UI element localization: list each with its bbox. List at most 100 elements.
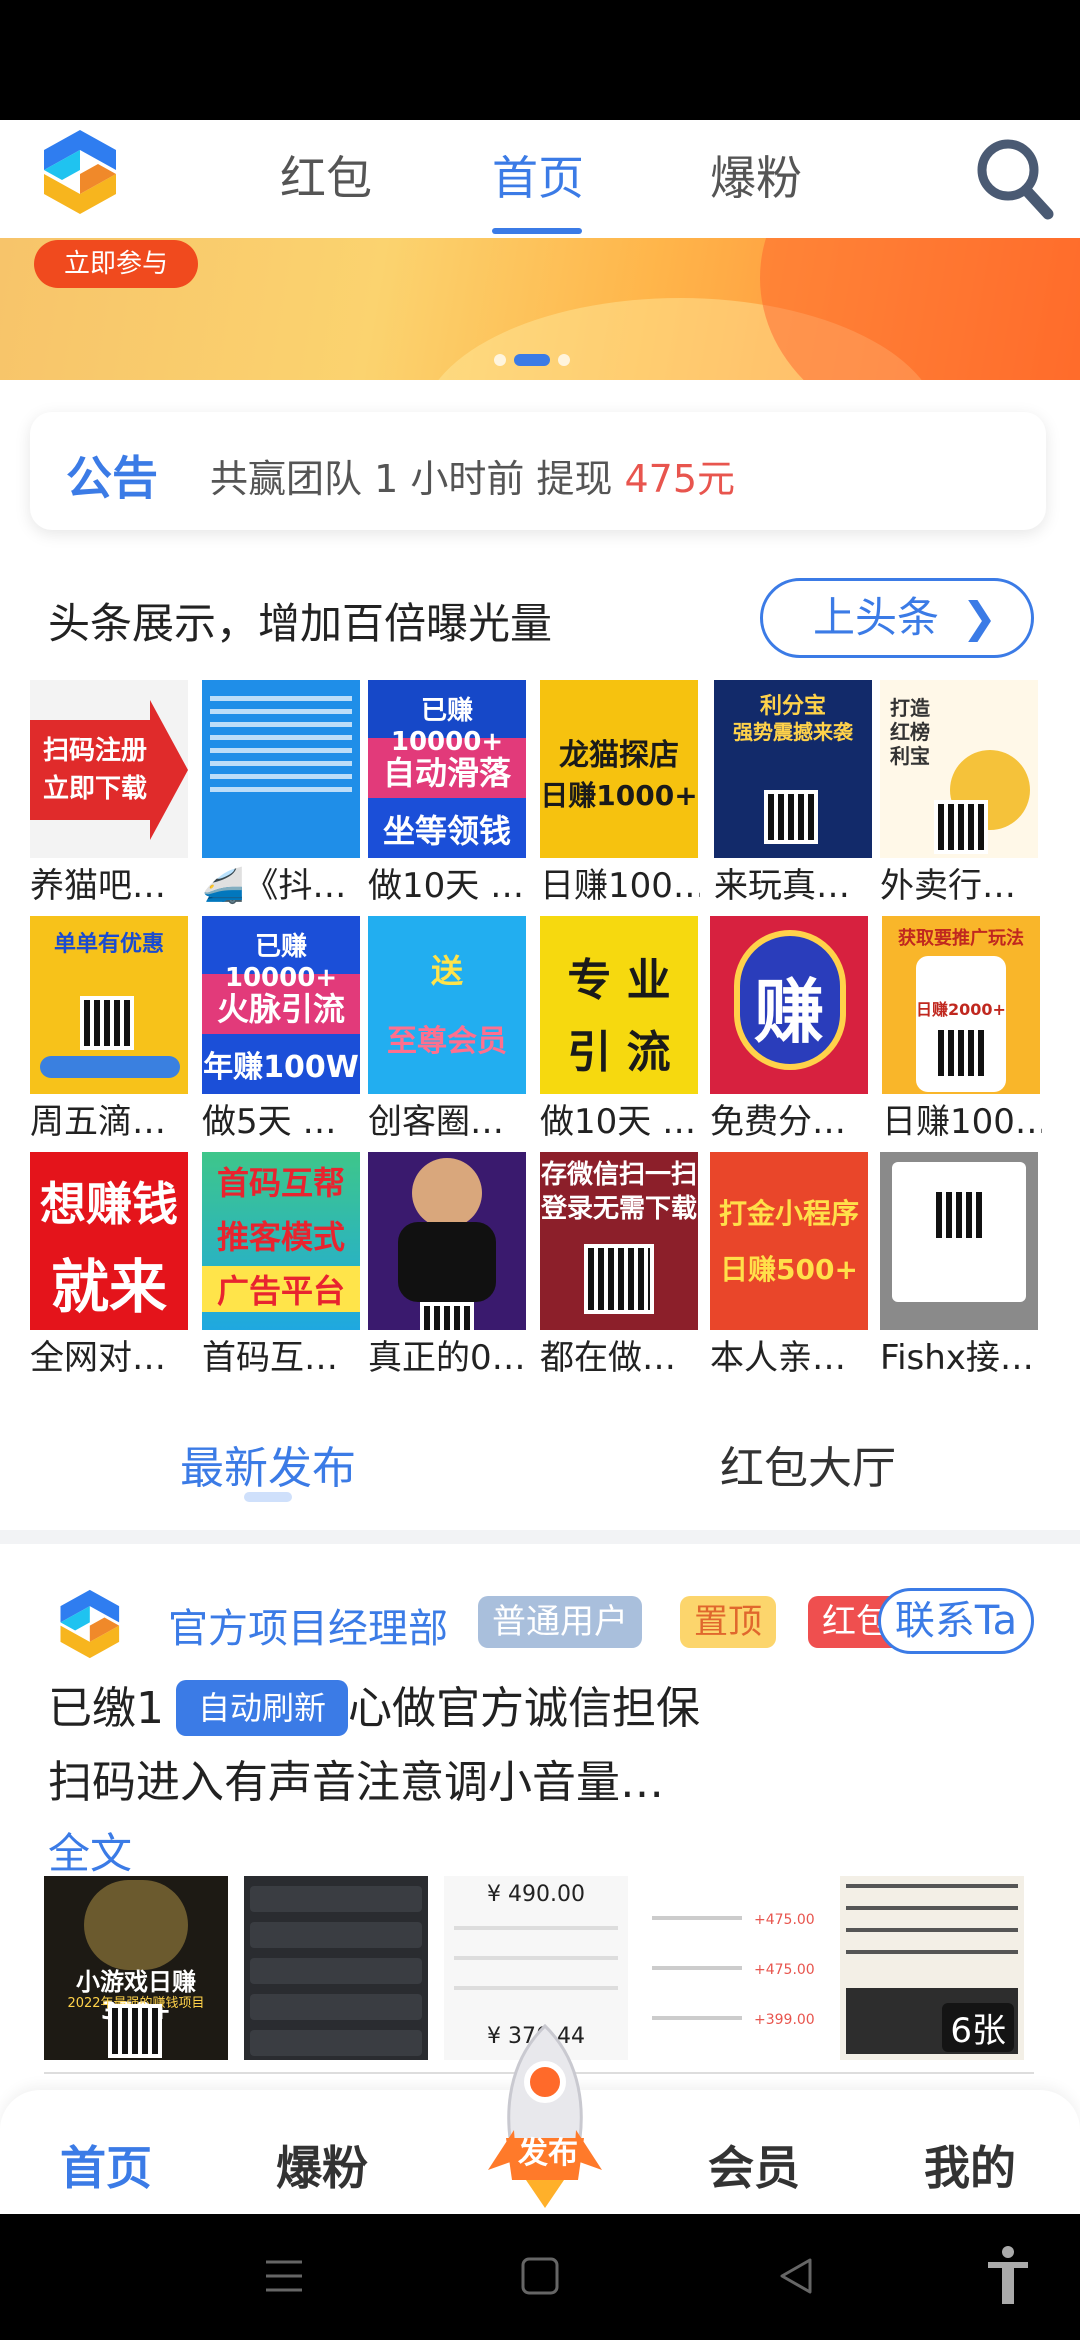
- post-image[interactable]: +475.00 +475.00 +399.00: [644, 1876, 828, 2060]
- contact-button[interactable]: 联系Ta: [878, 1588, 1034, 1654]
- tile-image-text: 年赚100W: [203, 1050, 359, 1085]
- system-nav-bar: [0, 2214, 1080, 2340]
- badge-pinned: 置顶: [680, 1596, 776, 1648]
- menu-icon[interactable]: [262, 2256, 306, 2296]
- tile-image-text: 日赚500+: [720, 1253, 858, 1286]
- full-text-link[interactable]: 全文: [48, 1820, 132, 1881]
- grid-tile[interactable]: 打金小程序 日赚500+ 本人亲…: [710, 1152, 868, 1382]
- tile-image: 专 业 引 流: [540, 916, 698, 1094]
- grid-tile[interactable]: 存微信扫一扫 登录无需下载 都在做…: [540, 1152, 698, 1382]
- qr-code: [108, 2004, 162, 2058]
- app-logo[interactable]: [36, 126, 122, 218]
- join-now-button[interactable]: 立即参与: [34, 240, 198, 288]
- search-icon[interactable]: [974, 134, 1054, 220]
- grid-tile[interactable]: 获取要推广玩法 日赚2000+ 日赚100…: [882, 916, 1042, 1146]
- tile-image: [880, 1152, 1038, 1330]
- tab-red-packet-hall[interactable]: 红包大厅: [720, 1432, 896, 1496]
- back-triangle-icon[interactable]: [776, 2256, 816, 2296]
- rocket-publish-icon[interactable]: [480, 2020, 610, 2210]
- qr-code: [764, 790, 818, 844]
- list-amount: +475.00: [754, 1912, 815, 1928]
- go-headline-button[interactable]: 上头条 ❯: [760, 578, 1034, 658]
- grid-tile[interactable]: 单单有优惠 周五滴…: [30, 916, 188, 1146]
- tile-image: 存微信扫一扫 登录无需下载: [540, 1152, 698, 1330]
- carousel-dot-active: [514, 354, 550, 366]
- post-image[interactable]: 6张: [840, 1876, 1024, 2060]
- tile-image: 想赚钱 就来: [30, 1152, 188, 1330]
- auto-refresh-button[interactable]: 自动刷新: [176, 1680, 348, 1736]
- tab-latest[interactable]: 最新发布: [180, 1432, 356, 1496]
- tab-baofen[interactable]: 爆粉: [710, 142, 802, 208]
- tile-image-text: 日赚2000+: [916, 1000, 1006, 1019]
- tile-image: 已赚10000+ 火脉引流 年赚100W: [202, 916, 360, 1094]
- publish-label[interactable]: 发布: [518, 2128, 578, 2172]
- tile-image-text: 单单有优惠: [53, 932, 164, 957]
- post-body-line1-start: 已缴1: [48, 1683, 164, 1734]
- grid-tile[interactable]: 赚 免费分…: [710, 916, 868, 1146]
- nav-baofen[interactable]: 爆粉: [276, 2132, 368, 2198]
- grid-tile[interactable]: 利分宝 强势震撼来袭 来玩真…: [714, 680, 872, 910]
- qr-code: [932, 1188, 986, 1242]
- tile-caption: 周五滴…: [30, 1102, 166, 1142]
- tile-image-text: 赚: [754, 971, 824, 1053]
- tile-image-text: 龙猫探店: [559, 738, 679, 773]
- nav-mine[interactable]: 我的: [924, 2132, 1016, 2198]
- tile-caption: 日赚100…: [540, 866, 700, 906]
- tile-image-text: 登录无需下载: [540, 1194, 697, 1224]
- announcement-card[interactable]: 公告 共赢团队 1 小时前 提现 475元: [30, 412, 1046, 530]
- carousel-indicator: [494, 354, 570, 366]
- grid-tile[interactable]: 想赚钱 就来 全网对…: [30, 1152, 188, 1382]
- grid-tile[interactable]: 龙猫探店 日赚1000+ 日赚100…: [540, 680, 700, 910]
- tile-image-text: 已赚10000+: [390, 696, 504, 757]
- image-count: 6张: [942, 2003, 1014, 2052]
- announcement-title: 公告: [66, 451, 158, 505]
- scooter-shape: [40, 1056, 180, 1078]
- grid-tile[interactable]: 扫码注册 立即下载 养猫吧…: [30, 680, 188, 910]
- tile-image-text: 已赚10000+: [224, 932, 338, 993]
- grid-tile[interactable]: 🚄《抖…: [202, 680, 360, 910]
- headline-section-title: 头条展示，增加百倍曝光量: [48, 599, 553, 648]
- nav-member[interactable]: 会员: [708, 2132, 800, 2198]
- figure-body: [398, 1222, 496, 1302]
- go-headline-label: 上头条: [813, 593, 940, 642]
- post-image[interactable]: 小游戏日赚350+ 2022年最强的赚钱项目: [44, 1876, 228, 2060]
- tile-caption: 本人亲…: [710, 1338, 846, 1378]
- grid-tile[interactable]: 首码互帮 推客模式 广告平台 首码互…: [202, 1152, 360, 1382]
- tile-image: 获取要推广玩法 日赚2000+: [882, 916, 1040, 1094]
- grid-tile[interactable]: 送 至尊会员 创客圈…: [368, 916, 526, 1146]
- tab-hongbao[interactable]: 红包: [280, 142, 372, 208]
- grid-tile[interactable]: 真正的0…: [368, 1152, 526, 1382]
- grid-tile[interactable]: 已赚10000+ 自动滑落 坐等领钱 做10天 …: [368, 680, 526, 910]
- figure-head: [412, 1158, 482, 1228]
- tile-image: 利分宝 强势震撼来袭: [714, 680, 872, 858]
- tile-image-text: 日赚1000+: [540, 779, 698, 812]
- post-author[interactable]: 官方项目经理部: [168, 1596, 448, 1654]
- nav-home[interactable]: 首页: [60, 2132, 152, 2198]
- tab-home[interactable]: 首页: [492, 142, 584, 208]
- tile-image-text: 想赚钱: [40, 1177, 178, 1231]
- avatar[interactable]: [54, 1586, 124, 1662]
- grid-tile[interactable]: 专 业 引 流 做10天 …: [540, 916, 698, 1146]
- carousel-dot: [494, 354, 506, 366]
- tile-image: 龙猫探店 日赚1000+: [540, 680, 698, 858]
- grid-tile[interactable]: 打造 红榜 利宝 外卖行…: [880, 680, 1038, 910]
- grid-tile[interactable]: Fishx接…: [880, 1152, 1038, 1382]
- tile-caption: 免费分…: [710, 1102, 846, 1142]
- promo-banner[interactable]: 立即参与: [0, 238, 1080, 380]
- tile-image-text: 利宝: [890, 744, 930, 768]
- home-square-icon[interactable]: [520, 2256, 560, 2296]
- accessibility-icon[interactable]: [984, 2244, 1032, 2306]
- chevron-right-icon: ❯: [961, 593, 997, 642]
- top-nav: 红包 首页 爆粉: [0, 120, 1080, 238]
- announcement-message: 共赢团队 1 小时前 提现: [210, 457, 625, 501]
- tile-caption: 外卖行…: [880, 866, 1016, 906]
- tile-image: 单单有优惠: [30, 916, 188, 1094]
- tile-image: 已赚10000+ 自动滑落 坐等领钱: [368, 680, 526, 858]
- grid-tile[interactable]: 已赚10000+ 火脉引流 年赚100W 做5天 …: [202, 916, 360, 1146]
- tile-caption: 都在做…: [540, 1338, 676, 1378]
- post-image[interactable]: [244, 1876, 428, 2060]
- tile-image-text: 广告平台: [202, 1266, 360, 1312]
- tile-image-text: 打金小程序: [718, 1197, 859, 1230]
- tile-image-text: 至尊会员: [387, 1024, 507, 1059]
- post-body-line2: 扫码进入有声音注意调小音量…: [48, 1757, 664, 1808]
